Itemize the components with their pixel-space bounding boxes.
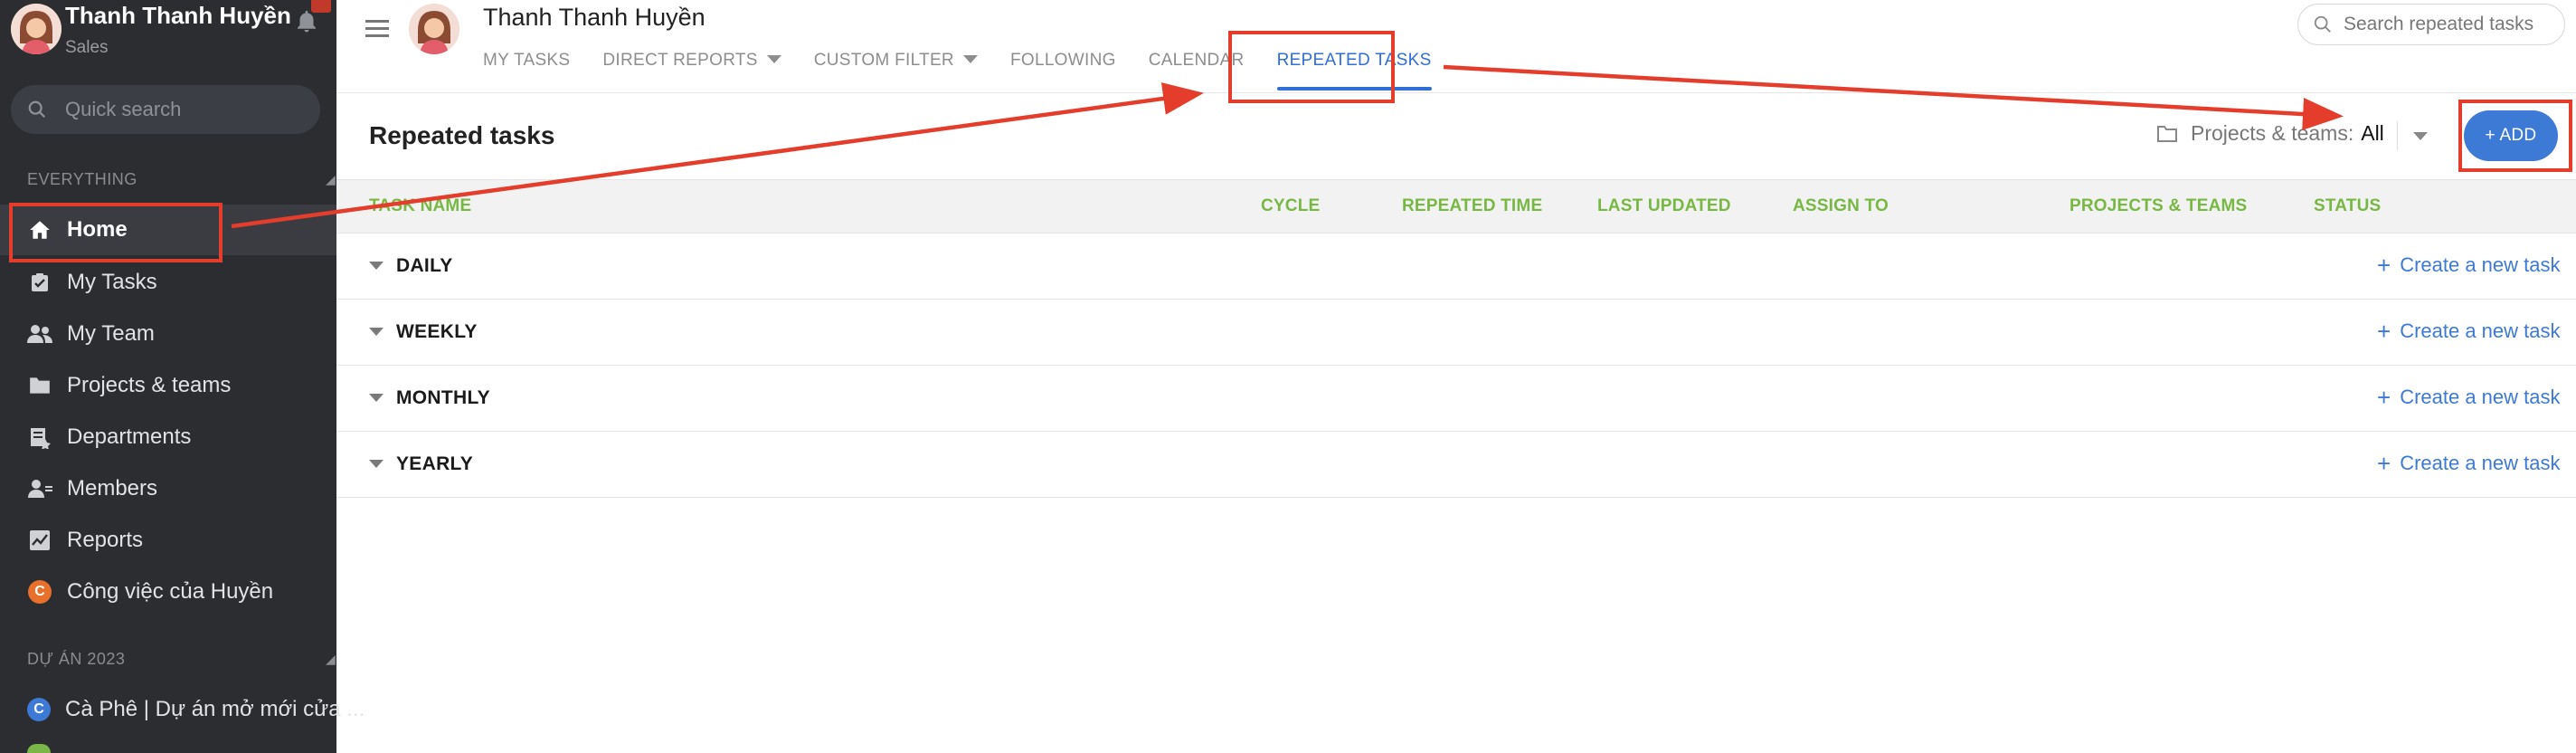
sidebar-item-cong-viec[interactable]: C Công việc của Huyền bbox=[0, 567, 336, 617]
chart-icon bbox=[27, 528, 52, 553]
sidebar-item-label: My Tasks bbox=[67, 270, 157, 294]
plus-icon: + bbox=[2377, 384, 2391, 411]
chevron-icon[interactable]: ◢ bbox=[326, 172, 336, 187]
avatar bbox=[11, 4, 62, 54]
plus-icon: + bbox=[2377, 252, 2391, 279]
avatar[interactable] bbox=[409, 4, 459, 54]
caret-down-icon[interactable] bbox=[369, 262, 384, 270]
notification-badge bbox=[311, 0, 331, 13]
sidebar-item-reports[interactable]: Reports bbox=[0, 515, 336, 566]
sidebar: Thanh Thanh Huyền Sales Quick search EVE… bbox=[0, 0, 365, 753]
tab-following[interactable]: FOLLOWING bbox=[1010, 51, 1116, 94]
department-icon bbox=[27, 424, 52, 450]
quick-search-placeholder: Quick search bbox=[65, 98, 182, 120]
search-icon bbox=[28, 100, 46, 119]
create-task-link[interactable]: + Create a new task bbox=[2377, 452, 2561, 475]
project-badge bbox=[27, 744, 51, 753]
column-header[interactable]: CYCLE bbox=[1261, 196, 1320, 216]
plus-icon: + bbox=[2377, 318, 2391, 345]
caret-down-icon[interactable] bbox=[369, 460, 384, 468]
group-name: DAILY bbox=[396, 255, 453, 276]
group-name: MONTHLY bbox=[396, 387, 490, 408]
team-icon bbox=[27, 321, 52, 347]
tab-direct-reports[interactable]: DIRECT REPORTS bbox=[602, 51, 781, 94]
sidebar-user-name: Thanh Thanh Huyền bbox=[65, 2, 291, 29]
section-everything: EVERYTHING bbox=[27, 170, 137, 188]
sidebar-item-label: My Team bbox=[67, 321, 155, 346]
search-input[interactable]: Search repeated tasks bbox=[2297, 4, 2565, 45]
column-header[interactable]: TASK NAME bbox=[369, 196, 471, 216]
sidebar-item-label: Reports bbox=[67, 528, 144, 552]
group-name: WEEKLY bbox=[396, 321, 478, 342]
group-name: YEARLY bbox=[396, 453, 474, 474]
divider bbox=[2397, 121, 2398, 150]
caret-down-icon[interactable] bbox=[369, 328, 384, 336]
chevron-down-icon bbox=[766, 55, 781, 63]
sidebar-item-label: Members bbox=[67, 476, 158, 500]
create-task-link[interactable]: + Create a new task bbox=[2377, 386, 2561, 409]
folder-icon bbox=[2157, 125, 2177, 142]
sidebar-item-ca-phe[interactable]: C Cà Phê | Dự án mở mới cửa ... bbox=[0, 684, 365, 735]
project-badge: C bbox=[28, 580, 52, 604]
group-row-daily[interactable]: DAILY + Create a new task bbox=[336, 234, 2576, 300]
plus-icon: + bbox=[2377, 450, 2391, 477]
chevron-down-icon[interactable] bbox=[2413, 132, 2428, 140]
sidebar-item-label: Công việc của Huyền bbox=[67, 579, 274, 604]
group-row-yearly[interactable]: YEARLY + Create a new task bbox=[336, 432, 2576, 498]
search-placeholder: Search repeated tasks bbox=[2344, 14, 2534, 34]
column-header[interactable]: STATUS bbox=[2314, 196, 2381, 216]
column-header[interactable]: LAST UPDATED bbox=[1597, 196, 1731, 216]
quick-search-input[interactable]: Quick search bbox=[11, 85, 320, 134]
tab-my-tasks[interactable]: MY TASKS bbox=[483, 51, 570, 94]
tab-label: CUSTOM FILTER bbox=[813, 51, 954, 70]
sidebar-item-my-team[interactable]: My Team bbox=[0, 309, 336, 359]
caret-down-icon[interactable] bbox=[369, 394, 384, 402]
group-row-weekly[interactable]: WEEKLY + Create a new task bbox=[336, 300, 2576, 366]
tab-label: DIRECT REPORTS bbox=[602, 51, 758, 70]
chevron-icon[interactable]: ◢ bbox=[326, 652, 336, 667]
tab-label: FOLLOWING bbox=[1009, 51, 1116, 70]
app-root: Thanh Thanh Huyền Sales Quick search EVE… bbox=[0, 0, 2576, 753]
filter-value: All bbox=[2361, 121, 2384, 145]
column-header[interactable]: ASSIGN TO bbox=[1793, 196, 1889, 216]
create-task-link[interactable]: + Create a new task bbox=[2377, 253, 2561, 277]
annotation-arrow bbox=[1443, 64, 2344, 131]
group-row-monthly[interactable]: MONTHLY + Create a new task bbox=[336, 366, 2576, 432]
create-task-label: Create a new task bbox=[2400, 452, 2561, 474]
annotation-highlight bbox=[2458, 100, 2572, 172]
column-header[interactable]: REPEATED TIME bbox=[1402, 196, 1542, 216]
annotation-highlight bbox=[1228, 31, 1395, 103]
sidebar-user[interactable] bbox=[11, 4, 62, 54]
filter-label: Projects & teams: bbox=[2191, 121, 2354, 145]
sidebar-item-label: Cà Phê | Dự án mở mới cửa ... bbox=[65, 697, 365, 721]
folder-icon bbox=[27, 373, 52, 398]
annotation-highlight bbox=[9, 203, 223, 262]
sidebar-item-my-tasks[interactable]: My Tasks bbox=[0, 257, 336, 308]
chevron-down-icon bbox=[962, 55, 978, 63]
sidebar-item-label: Projects & teams bbox=[67, 373, 232, 397]
header-user-name: Thanh Thanh Huyền bbox=[483, 4, 706, 31]
search-icon bbox=[2314, 15, 2331, 33]
tab-label: MY TASKS bbox=[483, 51, 571, 70]
menu-icon[interactable] bbox=[365, 20, 389, 38]
column-header[interactable]: PROJECTS & TEAMS bbox=[2069, 196, 2247, 216]
project-badge: C bbox=[27, 698, 51, 721]
members-icon bbox=[27, 476, 52, 501]
create-task-link[interactable]: + Create a new task bbox=[2377, 319, 2561, 343]
sidebar-item-label: Departments bbox=[67, 424, 192, 449]
tab-custom-filter[interactable]: CUSTOM FILTER bbox=[814, 51, 978, 94]
task-check-icon bbox=[27, 270, 52, 295]
create-task-label: Create a new task bbox=[2400, 253, 2561, 276]
create-task-label: Create a new task bbox=[2400, 319, 2561, 342]
header-divider bbox=[336, 92, 2576, 93]
sidebar-item-members[interactable]: Members bbox=[0, 463, 336, 514]
projects-filter[interactable]: Projects & teams: All bbox=[2156, 121, 2384, 146]
table-header: TASK NAME CYCLE REPEATED TIME LAST UPDAT… bbox=[336, 179, 2576, 234]
page-title: Repeated tasks bbox=[369, 121, 555, 149]
sidebar-item-projects-teams[interactable]: Projects & teams bbox=[0, 360, 336, 411]
create-task-label: Create a new task bbox=[2400, 386, 2561, 408]
sidebar-item-departments[interactable]: Departments bbox=[0, 412, 336, 462]
sidebar-user-role: Sales bbox=[65, 38, 109, 57]
section-project: DỰ ÁN 2023 bbox=[27, 650, 126, 668]
